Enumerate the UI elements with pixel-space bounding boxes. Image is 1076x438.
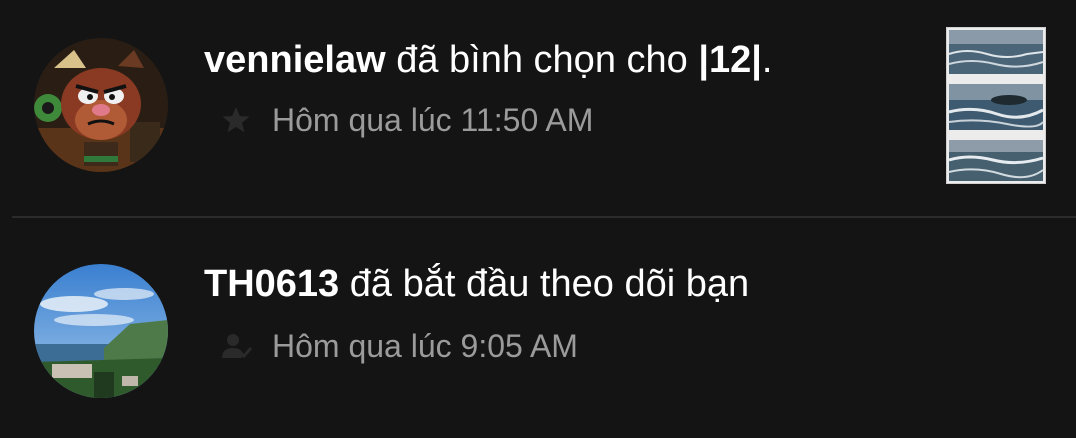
username-link[interactable]: TH0613 [204, 263, 339, 305]
avatar[interactable] [34, 264, 168, 398]
action-text: đã bình chọn cho [396, 39, 688, 81]
timestamp: Hôm qua lúc 11:50 AM [272, 101, 594, 138]
notification-text: TH0613 đã bắt đầu theo dõi bạn [204, 262, 749, 306]
avatar[interactable] [34, 38, 168, 172]
avatar-image [34, 264, 168, 398]
follow-user-icon [220, 330, 252, 362]
notification-text: vennielaw đã bình chọn cho |12|. [204, 38, 772, 82]
notification-list: vennielaw đã bình chọn cho |12|. Hôm qua… [0, 0, 1076, 438]
target-suffix: . [761, 39, 773, 81]
target-link[interactable]: |12| [698, 39, 762, 81]
action-text: đã bắt đầu theo dõi bạn [349, 263, 750, 305]
star-icon [220, 104, 252, 136]
notification-meta: Hôm qua lúc 9:05 AM [220, 326, 578, 366]
notification-item[interactable]: vennielaw đã bình chọn cho |12|. Hôm qua… [0, 0, 1076, 216]
post-thumbnail[interactable] [946, 27, 1046, 184]
avatar-image [34, 38, 168, 172]
timestamp: Hôm qua lúc 9:05 AM [272, 327, 578, 364]
notification-meta: Hôm qua lúc 11:50 AM [220, 100, 593, 140]
notification-item[interactable]: TH0613 đã bắt đầu theo dõi bạn Hôm qua l… [0, 218, 1076, 438]
thumbnail-image [947, 28, 1045, 183]
username-link[interactable]: vennielaw [204, 39, 386, 81]
